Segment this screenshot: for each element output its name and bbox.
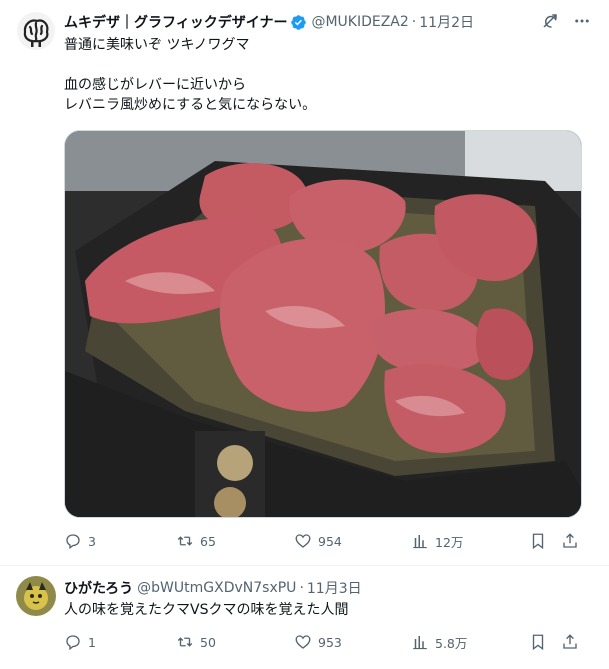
repost-button[interactable]: 65 [176,532,294,550]
reply-text: 人の味を覚えたクマVSクマの味を覚えた人間 [64,602,349,618]
share-icon [563,533,577,548]
like-button[interactable]: 954 [294,532,411,550]
reply-button[interactable]: 3 [64,532,176,550]
post-text: 普通に美味いぞ ツキノワグマ 血の感じがレバーに近いから レバニラ風炒めにすると… [64,37,317,113]
bookmark-button[interactable] [529,532,561,550]
reply-views-button[interactable]: 5.8万 [411,633,529,652]
reply-bookmark-button[interactable] [529,633,561,651]
share-icon [563,634,577,649]
reply-author-name[interactable]: ひがたろう [64,578,133,598]
reply-views-count: 5.8万 [435,635,468,651]
reply-action-bar: 1 50 953 5.8万 [64,632,589,652]
reply-reply-button[interactable]: 1 [64,633,176,651]
views-button[interactable]: 12万 [411,532,529,551]
repost-icon [177,637,193,647]
post-photo[interactable] [64,130,582,518]
post-date[interactable]: 11月2日 [419,12,474,32]
reply-author-handle[interactable]: @bWUtmGXDvN7sxPU [137,580,296,596]
reply-share-button[interactable] [561,633,581,651]
verified-badge-icon [291,14,307,30]
dot-separator: · [411,14,417,30]
reply-reply-count: 1 [88,634,96,650]
like-count: 954 [318,533,342,549]
post-header: ムキデザ｜グラフィックデザイナー @MUKIDEZA2 · 11月2日 [64,12,474,32]
more-icon[interactable] [573,12,591,30]
dot-separator: · [299,580,304,596]
views-icon [413,636,427,650]
views-count: 12万 [435,534,464,550]
author-name[interactable]: ムキデザ｜グラフィックデザイナー [64,12,287,32]
reply-author-avatar[interactable] [16,576,56,616]
post-action-bar: 3 65 954 12万 [64,531,589,551]
author-handle[interactable]: @MUKIDEZA2 [311,14,408,30]
repost-icon [177,536,193,546]
main-post[interactable]: ムキデザ｜グラフィックデザイナー @MUKIDEZA2 · 11月2日 普通に美… [0,0,609,566]
like-icon [295,534,311,548]
reply-repost-button[interactable]: 50 [176,633,294,651]
reply-like-button[interactable]: 953 [294,633,411,651]
like-icon [295,635,311,649]
post-top-actions [541,12,591,30]
author-avatar[interactable] [16,11,56,51]
reply-post[interactable]: ひがたろう @bWUtmGXDvN7sxPU · 11月3日 人の味を覚えたクマ… [0,566,609,669]
views-icon [413,535,427,549]
bookmark-icon [532,533,544,550]
grok-icon[interactable] [541,12,559,30]
reply-date[interactable]: 11月3日 [307,578,362,598]
reply-header: ひがたろう @bWUtmGXDvN7sxPU · 11月3日 [64,578,362,598]
share-button[interactable] [561,532,581,550]
repost-count: 65 [200,533,216,549]
reply-like-count: 953 [318,634,342,650]
reply-icon [66,635,80,651]
reply-repost-count: 50 [200,634,216,650]
reply-icon [66,534,80,550]
bookmark-icon [532,634,544,651]
reply-count: 3 [88,533,96,549]
